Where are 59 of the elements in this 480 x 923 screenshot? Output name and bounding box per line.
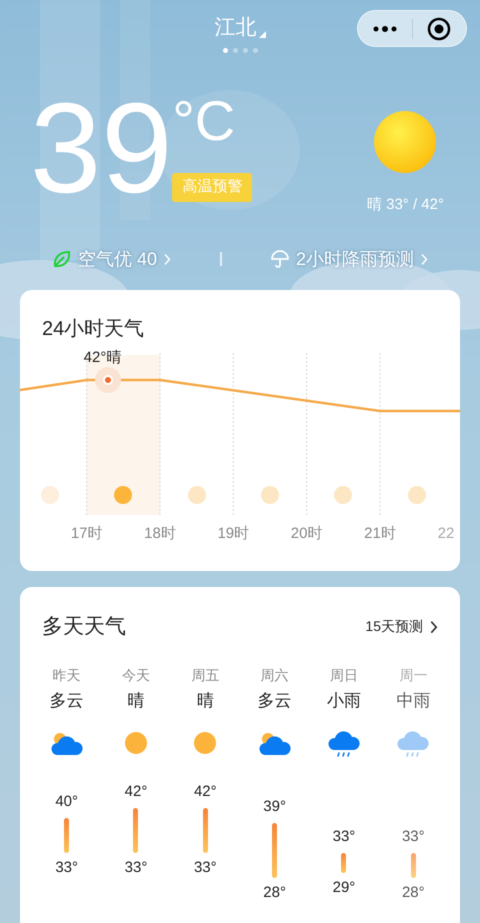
- sun-cloud-icon: [50, 731, 83, 757]
- card-title: 24小时天气: [42, 317, 144, 342]
- low-temperature: 28°: [263, 882, 286, 902]
- condition-label: 小雨: [326, 690, 361, 712]
- hour-label: 19时: [216, 524, 250, 544]
- forecast-link[interactable]: 15天预测: [365, 616, 438, 638]
- high-temperature: 42°: [124, 782, 148, 802]
- air-quality-link[interactable]: 空气优 40: [52, 246, 172, 272]
- hour-label: 20时: [290, 524, 324, 544]
- chevron-right-icon: [163, 252, 172, 266]
- low-temperature: 28°: [402, 882, 425, 902]
- condition-label: 多云: [258, 690, 292, 712]
- condition-label: 晴: [196, 690, 214, 712]
- sun-cloud-icon: [258, 731, 291, 757]
- low-temperature: 33°: [55, 858, 78, 878]
- rain-forecast-link[interactable]: 2小时降雨预测: [270, 246, 428, 272]
- rain-cloud-icon: [328, 731, 360, 759]
- current-temperature: 39: [30, 85, 172, 213]
- umbrella-icon: [270, 249, 290, 269]
- today-range: 晴 33° / 42°: [366, 195, 444, 215]
- low-temperature: 33°: [124, 858, 148, 878]
- day-label: 今天: [122, 666, 150, 684]
- day-label: 周五: [191, 666, 220, 684]
- day-label: 周日: [330, 666, 358, 684]
- day-label: 昨天: [52, 666, 81, 684]
- hour-label: 17时: [70, 524, 104, 544]
- high-temperature: 42°: [194, 782, 217, 802]
- temperature-unit: °C: [172, 93, 236, 149]
- card-title: 多天天气: [42, 614, 126, 640]
- temperature-bar: [64, 818, 70, 852]
- temperature-bar: [410, 852, 416, 878]
- temperature-bar: [133, 808, 138, 852]
- sun-icon: [373, 110, 438, 174]
- city-name[interactable]: 江北: [214, 12, 256, 44]
- low-temperature: 33°: [194, 858, 217, 878]
- high-temperature: 33°: [402, 827, 425, 847]
- day-label: 周六: [260, 666, 289, 684]
- heat-warning-badge[interactable]: 高温预警: [172, 173, 252, 202]
- hour-label: 22: [436, 524, 456, 544]
- chevron-right-icon: [420, 252, 428, 266]
- hour-label: 21时: [363, 524, 397, 544]
- condition-label: 中雨: [396, 690, 430, 712]
- sun-icon: [193, 731, 218, 755]
- rain-cloud-icon: [397, 731, 430, 759]
- condition-label: 多云: [50, 690, 84, 712]
- temperature-label: 42°晴: [84, 348, 122, 368]
- temperature-bar: [341, 852, 346, 872]
- chevron-right-icon: [429, 620, 438, 634]
- high-temperature: 39°: [263, 797, 286, 817]
- temperature-bar: [272, 822, 278, 878]
- high-temperature: 33°: [332, 827, 356, 847]
- sun-icon: [124, 731, 148, 755]
- high-temperature: 40°: [55, 792, 78, 812]
- day-label: 周一: [399, 666, 428, 684]
- low-temperature: 29°: [332, 878, 356, 898]
- hour-label: 18时: [143, 524, 177, 544]
- temperature-bar: [202, 808, 208, 852]
- condition-label: 晴: [127, 690, 144, 712]
- leaf-icon: [52, 249, 72, 269]
